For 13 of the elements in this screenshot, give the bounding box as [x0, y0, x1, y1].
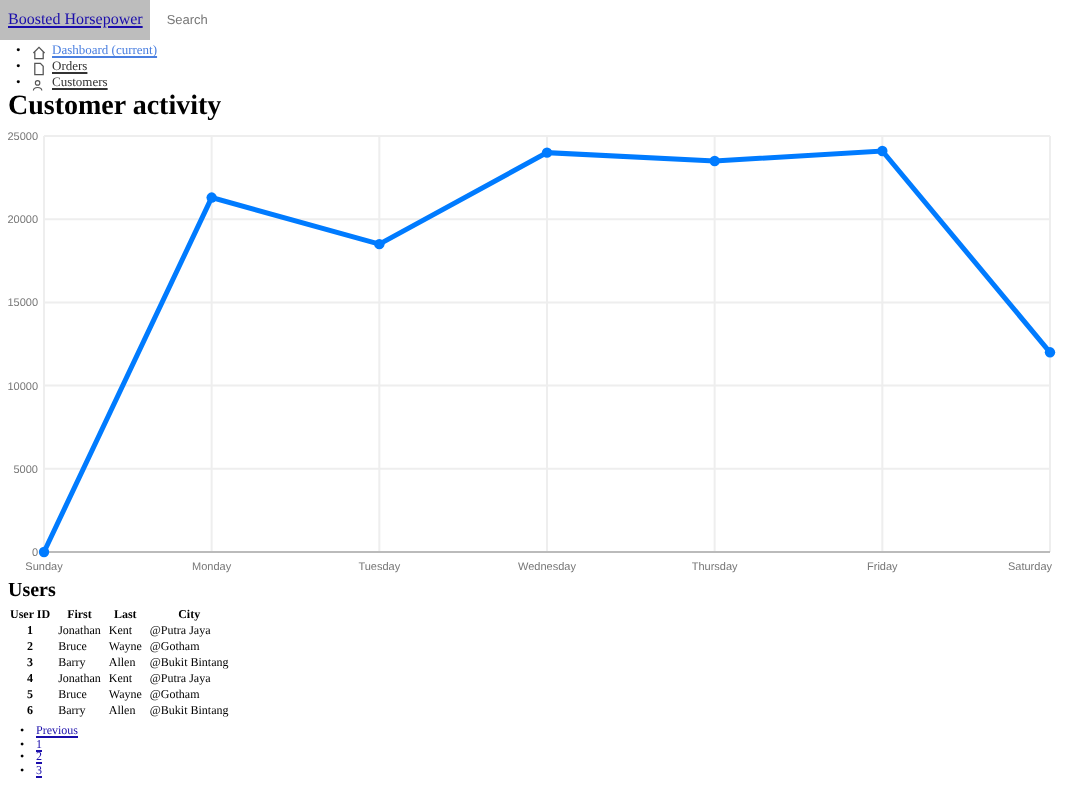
data-point [877, 145, 888, 157]
data-point [1044, 347, 1056, 358]
brand-link[interactable]: Boosted Horsepower [0, 0, 151, 40]
person-icon [32, 77, 46, 91]
page-title: Customer activity [8, 92, 224, 124]
data-point [541, 147, 553, 158]
section-title: Users [8, 580, 58, 604]
data-point [709, 155, 720, 167]
data-point [206, 192, 217, 203]
house-icon [32, 45, 46, 59]
file-icon [32, 61, 46, 75]
data-point [374, 238, 385, 250]
data-point [38, 546, 50, 558]
